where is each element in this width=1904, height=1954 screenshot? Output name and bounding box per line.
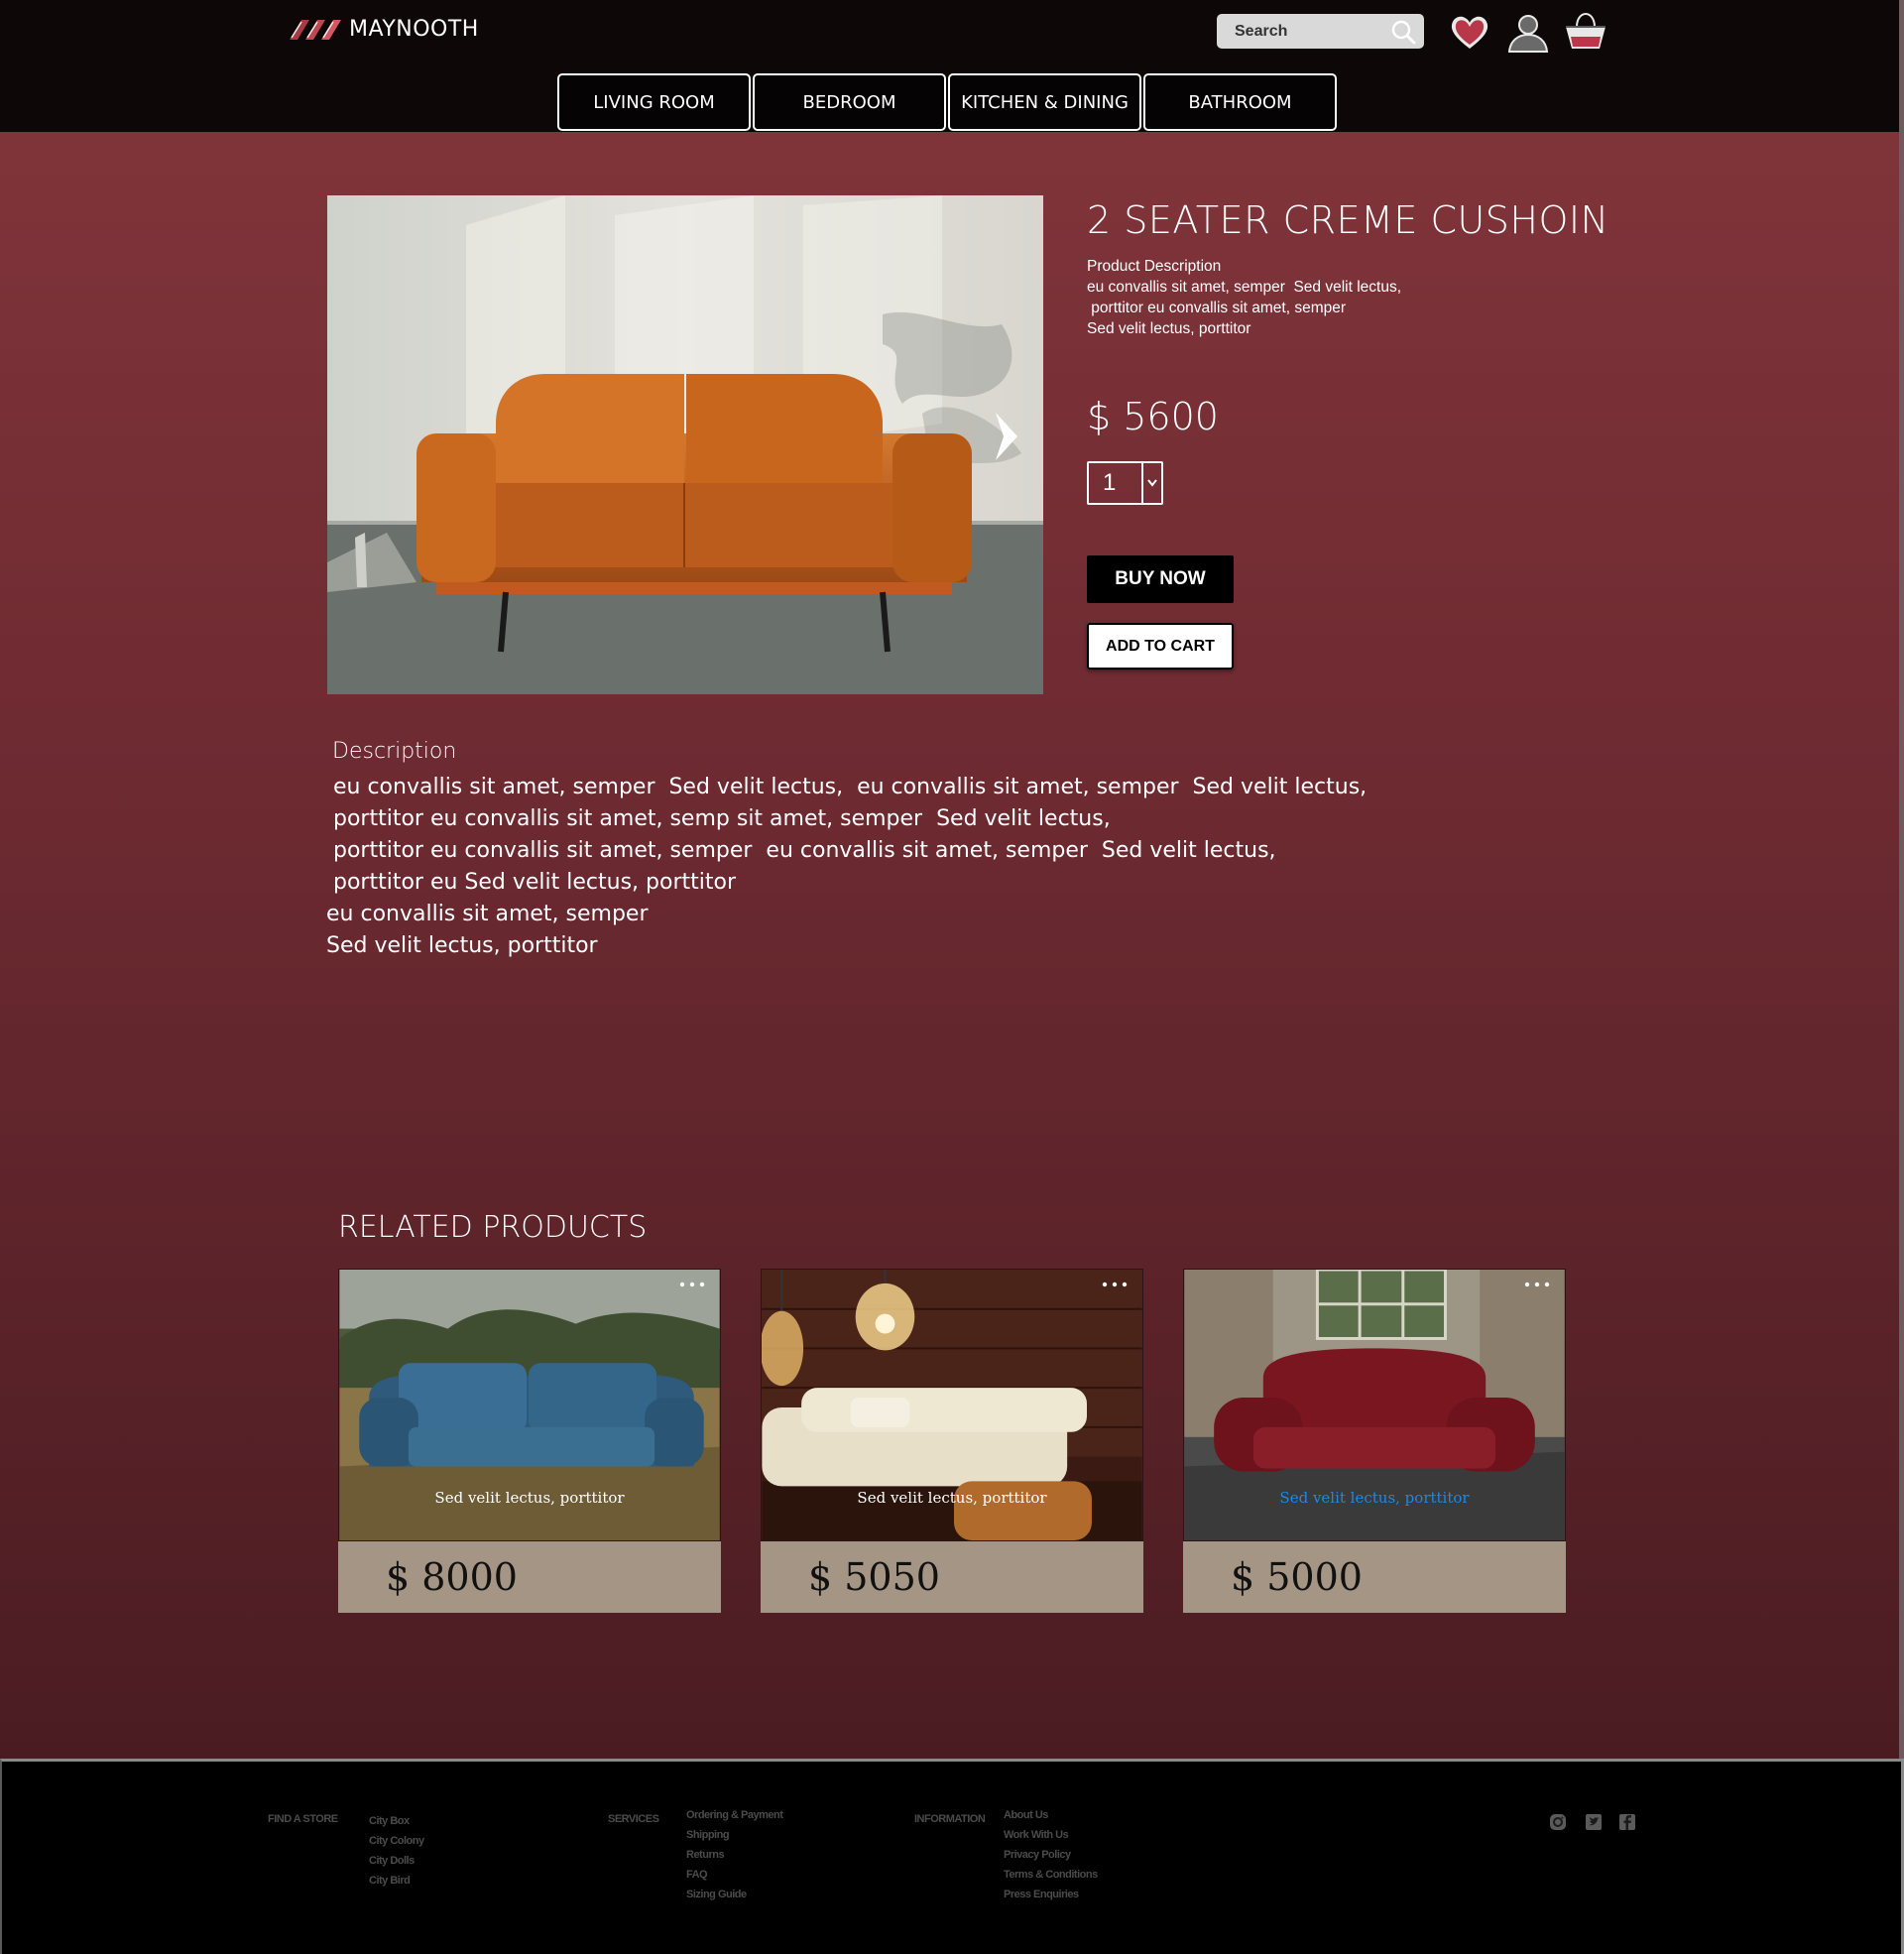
add-to-cart-button[interactable]: ADD TO CART <box>1087 623 1234 670</box>
category-nav: LIVING ROOM BEDROOM KITCHEN & DINING BAT… <box>557 73 1337 131</box>
footer-link[interactable]: FAQ <box>686 1865 782 1885</box>
description-body: eu convallis sit amet, semper Sed velit … <box>326 772 1367 962</box>
footer-heading-find-store: FIND A STORE <box>268 1813 338 1825</box>
related-product-price: $ 5050 <box>761 1541 1143 1613</box>
short-desc-line: eu convallis sit amet, semper Sed velit … <box>1087 279 1402 296</box>
quantity-select[interactable]: 1 <box>1087 461 1163 505</box>
tab-living-room[interactable]: LIVING ROOM <box>557 73 751 131</box>
footer-link[interactable]: City Box <box>369 1811 424 1831</box>
description-line: Sed velit lectus, porttitor <box>326 933 598 958</box>
related-product-price: $ 5000 <box>1183 1541 1566 1613</box>
tab-kitchen-dining[interactable]: KITCHEN & DINING <box>948 73 1141 131</box>
footer-link[interactable]: Terms & Conditions <box>1004 1865 1098 1885</box>
product-short-description: Product Description eu convallis sit ame… <box>1087 256 1401 339</box>
buy-now-button[interactable]: BUY NOW <box>1087 555 1234 603</box>
product-gallery[interactable] <box>327 195 1043 694</box>
related-product-card[interactable]: Sed velit lectus, porttitor $ 8000 <box>338 1269 721 1613</box>
footer-information-list: About Us Work With Us Privacy Policy Ter… <box>1004 1805 1098 1904</box>
footer-link[interactable]: Returns <box>686 1845 782 1865</box>
related-products-title: RELATED PRODUCTS <box>338 1210 648 1245</box>
product-price: $ 5600 <box>1087 395 1219 438</box>
related-product-caption: Sed velit lectus, porttitor <box>434 1489 625 1507</box>
more-options-icon[interactable] <box>1522 1277 1552 1292</box>
footer-link[interactable]: Sizing Guide <box>686 1885 782 1904</box>
description-heading: Description <box>332 739 457 764</box>
footer-store-list: City Box City Colony City Dolls City Bir… <box>369 1811 424 1891</box>
footer-heading-information: INFORMATION <box>914 1813 986 1825</box>
footer-link[interactable]: Privacy Policy <box>1004 1845 1098 1865</box>
footer-link[interactable]: About Us <box>1004 1805 1098 1825</box>
user-icon[interactable] <box>1505 13 1551 53</box>
search-box <box>1217 14 1424 49</box>
quantity-value: 1 <box>1103 469 1117 496</box>
footer-heading-services: SERVICES <box>608 1813 659 1825</box>
description-line: porttitor eu convallis sit amet, semp si… <box>326 806 1111 831</box>
basket-icon[interactable] <box>1563 12 1608 52</box>
instagram-icon[interactable] <box>1549 1813 1567 1831</box>
search-input[interactable] <box>1217 14 1385 49</box>
short-desc-line: Sed velit lectus, porttitor <box>1087 320 1251 337</box>
product-image <box>327 195 1043 694</box>
tab-bathroom[interactable]: BATHROOM <box>1143 73 1337 131</box>
chevron-down-icon[interactable] <box>1141 463 1161 503</box>
tab-bedroom[interactable]: BEDROOM <box>753 73 946 131</box>
logo[interactable]: MAYNOOTH <box>288 16 479 42</box>
footer-link[interactable]: Shipping <box>686 1825 782 1845</box>
product-title: 2 SEATER CREME CUSHOIN <box>1087 198 1609 242</box>
next-arrow-icon[interactable] <box>990 409 1023 464</box>
scrollbar[interactable] <box>1899 0 1904 1761</box>
related-product-caption: Sed velit lectus, porttitor <box>1279 1489 1470 1507</box>
description-line: porttitor eu Sed velit lectus, porttitor <box>326 870 737 895</box>
search-icon[interactable] <box>1390 19 1416 45</box>
footer-link[interactable]: Ordering & Payment <box>686 1805 783 1825</box>
short-desc-line: porttitor eu convallis sit amet, semper <box>1087 300 1347 316</box>
footer-link[interactable]: Press Enquiries <box>1004 1885 1098 1904</box>
heart-icon[interactable] <box>1449 14 1490 52</box>
short-desc-heading: Product Description <box>1087 258 1222 275</box>
logo-mark-icon <box>290 20 341 40</box>
description-line: eu convallis sit amet, semper Sed velit … <box>326 775 1368 799</box>
brand-name: MAYNOOTH <box>349 16 479 42</box>
related-product-price: $ 8000 <box>338 1541 721 1613</box>
footer: FIND A STORE City Box City Colony City D… <box>0 1759 1904 1954</box>
description-line: porttitor eu convallis sit amet, semper … <box>326 838 1276 863</box>
more-options-icon[interactable] <box>677 1277 707 1292</box>
related-product-card[interactable]: Sed velit lectus, porttitor $ 5050 <box>761 1269 1143 1613</box>
footer-link[interactable]: City Colony <box>369 1831 424 1851</box>
footer-link[interactable]: Work With Us <box>1004 1825 1098 1845</box>
related-product-card[interactable]: Sed velit lectus, porttitor $ 5000 <box>1183 1269 1566 1613</box>
twitter-icon[interactable] <box>1585 1813 1603 1831</box>
more-options-icon[interactable] <box>1100 1277 1130 1292</box>
header: MAYNOOTH LIVING ROOM BEDROOM KITCHEN & D… <box>0 0 1899 132</box>
footer-services-list: Ordering & Payment Shipping Returns FAQ … <box>686 1805 783 1904</box>
footer-link[interactable]: City Dolls <box>369 1851 424 1871</box>
footer-link[interactable]: City Bird <box>369 1871 424 1891</box>
related-product-caption: Sed velit lectus, porttitor <box>857 1489 1047 1507</box>
description-line: eu convallis sit amet, semper <box>326 902 649 926</box>
facebook-icon[interactable] <box>1618 1813 1636 1831</box>
